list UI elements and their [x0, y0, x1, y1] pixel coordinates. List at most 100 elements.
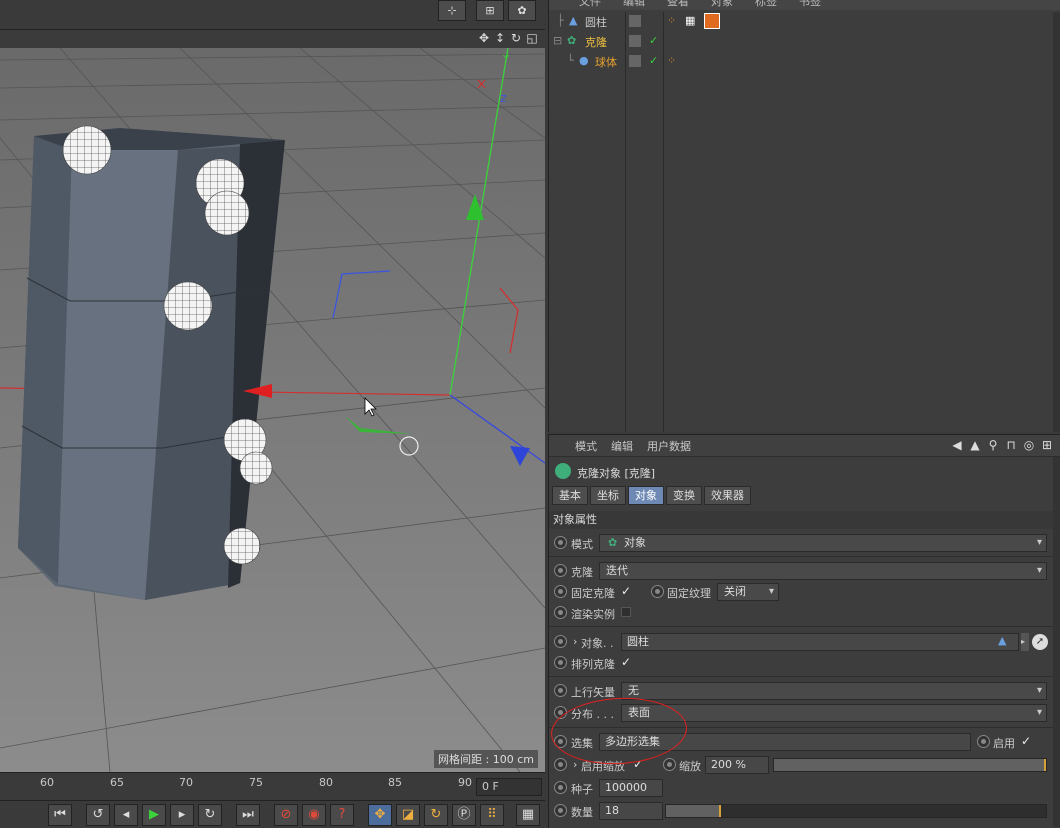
- current-frame-field[interactable]: 0 F: [476, 778, 542, 796]
- tab-coord[interactable]: 坐标: [590, 486, 626, 505]
- timeline-window-icon[interactable]: ▦: [516, 804, 540, 826]
- tab-effectors[interactable]: 效果器: [704, 486, 751, 505]
- layer-icon[interactable]: [629, 35, 641, 47]
- animate-radio[interactable]: [554, 564, 567, 577]
- animate-radio[interactable]: [554, 635, 567, 648]
- object-link-field[interactable]: 圆柱: [621, 633, 1019, 651]
- menu-tags[interactable]: 标签: [755, 0, 777, 10]
- animate-radio[interactable]: [554, 684, 567, 697]
- scale-field[interactable]: 200 %: [705, 756, 769, 774]
- object-row-sphere[interactable]: └ ● 球体 ✓ ⁘: [549, 52, 1054, 72]
- timeline-ruler[interactable]: 60 65 70 75 80 85 90 0 F: [0, 772, 545, 800]
- animate-radio[interactable]: [554, 606, 567, 619]
- search-icon[interactable]: ⚲: [986, 437, 1000, 453]
- collapse-icon[interactable]: ⊟: [553, 34, 562, 47]
- render-settings-icon[interactable]: ✿: [508, 0, 536, 21]
- go-to-start-icon[interactable]: ⏮: [48, 804, 72, 826]
- animate-radio[interactable]: [977, 735, 990, 748]
- next-frame-icon[interactable]: ▸: [170, 804, 194, 826]
- new-panel-icon[interactable]: ⊞: [1040, 437, 1054, 453]
- phong-tag-icon[interactable]: [704, 13, 720, 29]
- up-arrow-icon[interactable]: ▲: [968, 437, 982, 453]
- layer-icon[interactable]: [629, 15, 641, 27]
- expand-arrow-icon[interactable]: ›: [573, 758, 577, 771]
- keyframe-selection-icon[interactable]: ?: [330, 804, 354, 826]
- object-name[interactable]: 球体: [595, 54, 617, 70]
- enabled-check-icon[interactable]: ✓: [649, 54, 658, 67]
- animate-radio[interactable]: [554, 585, 567, 598]
- lock-icon[interactable]: ⊓: [1004, 437, 1018, 453]
- mode-dropdown[interactable]: ✿ 对象: [599, 534, 1047, 552]
- record-icon[interactable]: ⊘: [274, 804, 298, 826]
- up-vector-dropdown[interactable]: 无: [621, 682, 1047, 700]
- 3d-viewport[interactable]: ⊹ ⊞ ✿ ✥ ↕ ↻ ◱ Z Y 网格间距: 100 cm: [0, 0, 545, 772]
- object-row-cloner[interactable]: ⊟ ✿ 克隆 ✓: [549, 32, 1054, 52]
- menu-user-data[interactable]: 用户数据: [647, 438, 691, 454]
- material-tag-icon[interactable]: ⁘: [667, 14, 676, 27]
- count-field[interactable]: 18: [599, 802, 663, 820]
- previous-key-icon[interactable]: ↺: [86, 804, 110, 826]
- target-icon[interactable]: ◎: [1022, 437, 1036, 453]
- expand-arrow-icon[interactable]: ›: [573, 635, 577, 648]
- object-row-cylinder[interactable]: ├ ▲ 圆柱 ⁘ ▦: [549, 12, 1054, 32]
- animate-radio[interactable]: [554, 758, 567, 771]
- viewport-scene[interactable]: Z Y: [0, 48, 545, 772]
- fix-clone-checkbox[interactable]: ✓: [621, 584, 634, 598]
- next-key-icon[interactable]: ↻: [198, 804, 222, 826]
- animate-radio[interactable]: [554, 735, 567, 748]
- menu-bookmarks[interactable]: 书签: [799, 0, 821, 10]
- enable-checkbox[interactable]: ✓: [1021, 734, 1034, 748]
- scale-slider[interactable]: [773, 758, 1047, 772]
- pick-object-icon[interactable]: ➚: [1032, 634, 1048, 650]
- animate-radio[interactable]: [554, 781, 567, 794]
- object-name[interactable]: 克隆: [585, 34, 607, 50]
- object-name[interactable]: 圆柱: [585, 14, 607, 30]
- dolly-icon[interactable]: ↕: [493, 30, 507, 46]
- animate-radio[interactable]: [663, 758, 676, 771]
- point-level-icon[interactable]: ⠿: [480, 804, 504, 826]
- rotation-key-icon[interactable]: ↻: [424, 804, 448, 826]
- menu-edit[interactable]: 编辑: [611, 438, 633, 454]
- menu-file[interactable]: 文件: [579, 0, 601, 10]
- seed-field[interactable]: 100000: [599, 779, 663, 797]
- attribute-scrollbar[interactable]: [1053, 457, 1060, 827]
- animate-radio[interactable]: [651, 585, 664, 598]
- menu-mode[interactable]: 模式: [575, 438, 597, 454]
- link-menu-arrow-icon[interactable]: ▸: [1021, 633, 1029, 651]
- tab-transform[interactable]: 变换: [666, 486, 702, 505]
- object-manager-scrollbar[interactable]: [1053, 12, 1060, 432]
- menu-view[interactable]: 查看: [667, 0, 689, 10]
- layer-icon[interactable]: [629, 55, 641, 67]
- animate-radio[interactable]: [554, 804, 567, 817]
- autokey-icon[interactable]: ◉: [302, 804, 326, 826]
- animate-radio[interactable]: [554, 536, 567, 549]
- position-key-icon[interactable]: ✥: [368, 804, 392, 826]
- scale-key-icon[interactable]: ◪: [396, 804, 420, 826]
- tab-basic[interactable]: 基本: [552, 486, 588, 505]
- maximize-icon[interactable]: ◱: [525, 30, 539, 46]
- animate-radio[interactable]: [554, 706, 567, 719]
- clone-dropdown[interactable]: 迭代: [599, 562, 1047, 580]
- arrange-clones-checkbox[interactable]: ✓: [621, 655, 634, 669]
- pan-icon[interactable]: ✥: [477, 30, 491, 46]
- fix-texture-dropdown[interactable]: 关闭: [717, 583, 779, 601]
- axis-icon[interactable]: ⊹: [438, 0, 466, 21]
- count-slider[interactable]: [665, 804, 1047, 818]
- checker-tag-icon[interactable]: ▦: [685, 14, 695, 27]
- render-region-icon[interactable]: ⊞: [476, 0, 504, 21]
- play-icon[interactable]: ▶: [142, 804, 166, 826]
- back-arrow-icon[interactable]: ◀: [950, 437, 964, 453]
- orbit-icon[interactable]: ↻: [509, 30, 523, 46]
- distribution-dropdown[interactable]: 表面: [621, 704, 1047, 722]
- scale-enable-checkbox[interactable]: ✓: [633, 757, 646, 771]
- enabled-check-icon[interactable]: ✓: [649, 34, 658, 47]
- material-tag-icon[interactable]: ⁘: [667, 54, 676, 67]
- menu-objects[interactable]: 对象: [711, 0, 733, 10]
- parameter-key-icon[interactable]: Ⓟ: [452, 804, 476, 826]
- menu-edit[interactable]: 编辑: [623, 0, 645, 10]
- tab-object[interactable]: 对象: [628, 486, 664, 505]
- selection-field[interactable]: 多边形选集: [599, 733, 971, 751]
- go-to-end-icon[interactable]: ⏭: [236, 804, 260, 826]
- previous-frame-icon[interactable]: ◂: [114, 804, 138, 826]
- render-instance-checkbox[interactable]: [621, 607, 631, 617]
